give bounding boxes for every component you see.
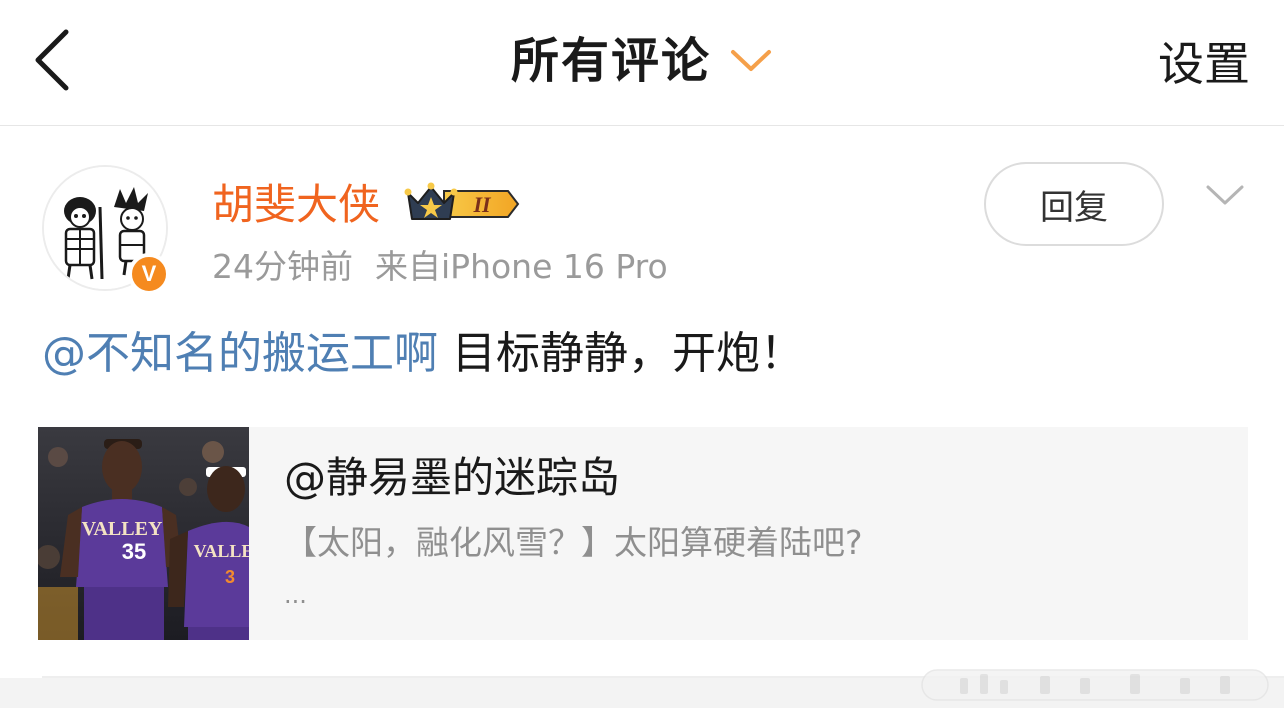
jersey-number: 35 — [122, 539, 146, 564]
verified-v-icon: V — [128, 253, 170, 295]
comment-username[interactable]: 胡斐大侠 — [212, 177, 380, 233]
quoted-post-card[interactable]: VALLEY 35 VALLEY 3 @静易墨的迷踪岛 【太阳，融化风雪？】太阳… — [38, 427, 1248, 640]
settings-button[interactable]: 设置 — [1158, 34, 1250, 94]
quoted-post-thumbnail: VALLEY 35 VALLEY 3 — [38, 427, 249, 640]
comment-time: 24分钟前 — [212, 247, 353, 286]
chevron-down-icon — [729, 39, 773, 83]
crown-icon[interactable]: II — [404, 181, 522, 227]
quoted-snippet: 【太阳，融化风雪？】太阳算硬着陆吧? — [284, 523, 863, 562]
comment-item: V 胡斐大侠 II 24分钟前 来自iPhone 16 Pro 回复 @不知名的… — [0, 127, 1284, 667]
mention-link[interactable]: @不知名的搬运工啊 — [42, 328, 438, 379]
quoted-ellipsis: ... — [284, 581, 307, 609]
page-title: 所有评论 — [510, 33, 711, 89]
quoted-author: @静易墨的迷踪岛 — [284, 453, 621, 502]
jersey-text: VALLEY — [82, 518, 163, 540]
jersey-number: 3 — [225, 567, 235, 587]
jersey-text: VALLEY — [194, 541, 249, 561]
vip-level-text: II — [472, 192, 492, 217]
comment-body-text: 目标静静，开炮！ — [438, 328, 804, 379]
watermark-graphic — [920, 660, 1270, 704]
comment-filter-dropdown[interactable]: 所有评论 — [0, 30, 1284, 92]
chevron-down-icon[interactable] — [1204, 175, 1246, 217]
comment-source: 来自iPhone 16 Pro — [375, 247, 668, 286]
top-nav-bar: 所有评论 设置 — [0, 0, 1284, 126]
comment-body: @不知名的搬运工啊 目标静静，开炮！ — [42, 323, 804, 385]
reply-button[interactable]: 回复 — [984, 162, 1164, 246]
comment-meta: 24分钟前 来自iPhone 16 Pro — [212, 245, 668, 289]
